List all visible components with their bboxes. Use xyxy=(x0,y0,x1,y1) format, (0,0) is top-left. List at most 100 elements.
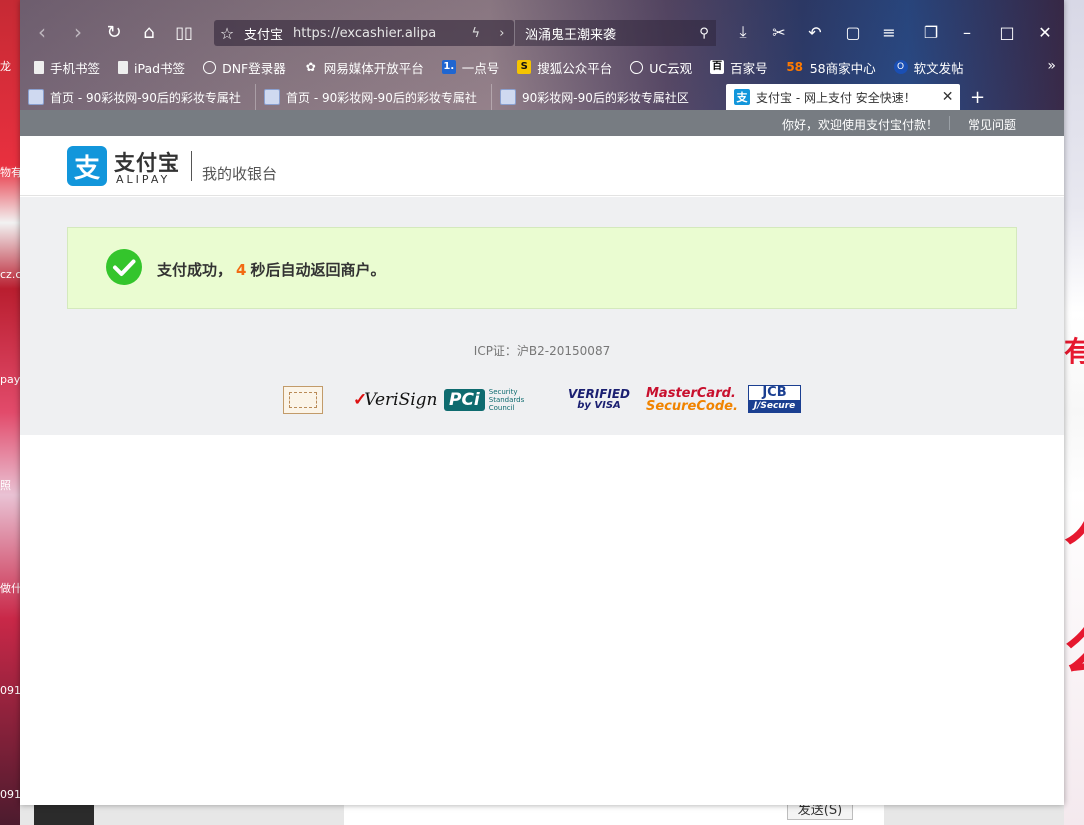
favicon-icon xyxy=(264,89,280,105)
url-text[interactable]: https://excashier.alipa xyxy=(293,26,436,41)
bookmark-item[interactable]: DNF登录器 xyxy=(203,58,286,77)
logo-subtext: ALIPAY xyxy=(116,173,171,186)
tab-label: 首页 - 90彩妆网-90后的彩妆专属社 xyxy=(50,90,241,105)
ruanwen-icon: O xyxy=(893,60,908,74)
tab[interactable]: 首页 - 90彩妆网-90后的彩妆专属社 xyxy=(256,84,492,110)
58-icon: 58 xyxy=(786,60,804,74)
verified-by-visa-logo[interactable]: VERIFIED by VISA xyxy=(568,384,630,416)
taskbar-dark-block xyxy=(34,805,94,825)
maximize-icon[interactable]: □ xyxy=(992,18,1022,46)
site-topbar: 你好，欢迎使用支付宝付款！ 常见问题 xyxy=(20,110,1064,136)
countdown-seconds: 4 xyxy=(236,261,247,279)
bookmark-item[interactable]: 1. 一点号 xyxy=(441,58,500,77)
back-icon[interactable]: ‹ xyxy=(30,20,54,44)
sohu-icon: S xyxy=(517,60,532,74)
bookmark-label: iPad书签 xyxy=(134,60,186,76)
success-suffix: 秒后自动返回商户。 xyxy=(250,261,386,279)
tab-active[interactable]: 支 支付宝 - 网上支付 安全快速！ ✕ xyxy=(726,84,960,110)
favicon-icon xyxy=(28,89,44,105)
bookmark-label: 58商家中心 xyxy=(809,60,876,76)
check-icon xyxy=(106,249,142,285)
globe-icon xyxy=(203,60,217,74)
yidian-icon: 1. xyxy=(441,60,456,74)
baijia-icon: 百 xyxy=(710,60,725,74)
close-icon[interactable]: ✕ xyxy=(1030,18,1060,46)
tab-close-icon[interactable]: ✕ xyxy=(942,89,954,105)
home-icon[interactable]: ⌂ xyxy=(137,20,161,44)
search-input[interactable]: 汹涌鬼王潮来袭 xyxy=(525,24,692,43)
search-box[interactable]: 汹涌鬼王潮来袭 ⚲ xyxy=(514,20,716,46)
bookmarks-bar: 手机书签 iPad书签 DNF登录器 ✿ 网易媒体开放平台 1. 一点号 S 搜… xyxy=(20,54,1064,80)
bookmark-item[interactable]: UC云观 xyxy=(630,58,692,77)
clipboard-icon[interactable]: ▢ xyxy=(840,20,866,44)
site-header: 支 支付宝 ALIPAY 我的收银台 xyxy=(20,136,1064,196)
mastercard-securecode-logo[interactable]: MasterCard. SecureCode. xyxy=(646,384,738,416)
divider xyxy=(949,116,950,130)
desktop-left-strip: 龙 物有 cz.c pay 照 做什 091 091 xyxy=(0,0,20,825)
bookmark-item[interactable]: S 搜狐公众平台 xyxy=(517,58,612,77)
new-tab-icon[interactable]: + xyxy=(970,84,985,110)
verisign-logo[interactable]: ✓ VeriSign xyxy=(353,384,438,416)
security-certifications: ✓ VeriSign PCi Security Standards Council… xyxy=(20,384,1064,416)
browser-chrome: ‹ › ↻ ⌂ ▯▯ ☆ 支付宝 https://excashier.alipa… xyxy=(20,0,1064,110)
minimize-icon[interactable]: – xyxy=(952,18,982,46)
bookmark-item[interactable]: 手机书签 xyxy=(34,58,100,77)
bookmark-label: DNF登录器 xyxy=(222,60,286,76)
bookmark-item[interactable]: O 软文发帖 xyxy=(893,58,964,77)
bookmark-label: UC云观 xyxy=(649,60,693,76)
pci-badge: PCi xyxy=(444,389,485,411)
tab-strip: 首页 - 90彩妆网-90后的彩妆专属社 首页 - 90彩妆网-90后的彩妆专属… xyxy=(20,82,1064,110)
forward-icon[interactable]: › xyxy=(66,20,90,44)
tab-label: 支付宝 - 网上支付 安全快速！ xyxy=(756,90,916,105)
desktop-label: 有 xyxy=(1064,335,1084,368)
verisign-text: VeriSign xyxy=(364,390,438,410)
jcb-secure-logo[interactable]: JCB J/Secure xyxy=(748,385,801,413)
scissors-icon[interactable]: ✂ xyxy=(766,20,792,44)
pci-logo[interactable]: PCi Security Standards Council xyxy=(444,384,545,416)
desktop-label: 龙 xyxy=(0,60,11,73)
undo-icon[interactable]: ↶ xyxy=(802,20,828,44)
alipay-logo-icon[interactable]: 支 xyxy=(67,146,107,186)
chevron-double-right-icon[interactable]: » xyxy=(1047,58,1056,74)
pci-subtext: Security Standards Council xyxy=(488,388,525,412)
visa-line1: VERIFIED xyxy=(568,387,631,401)
jcb-line1: JCB xyxy=(762,385,787,400)
desktop-label: 人 xyxy=(1064,470,1084,557)
desktop-label: 091 xyxy=(0,684,20,697)
search-icon[interactable]: ⚲ xyxy=(692,26,716,41)
doc-icon xyxy=(118,60,129,74)
desktop-label: 091 xyxy=(0,788,20,801)
alipay-favicon-icon: 支 xyxy=(734,89,750,105)
certificate-seal-icon[interactable] xyxy=(283,386,323,414)
desktop-label: cz.c xyxy=(0,268,20,281)
mc-line2: SecureCode. xyxy=(646,399,738,414)
menu-icon[interactable]: ≡ xyxy=(876,20,902,44)
chevron-right-icon[interactable]: › xyxy=(499,26,504,41)
bookmark-label: 手机书签 xyxy=(50,60,101,76)
tab-label: 首页 - 90彩妆网-90后的彩妆专属社 xyxy=(286,90,477,105)
tab[interactable]: 90彩妆网-90后的彩妆专属社区 xyxy=(492,84,726,110)
reader-icon[interactable]: ▯▯ xyxy=(172,20,196,44)
desktop-right-strip: 有 人 么 xyxy=(1064,0,1084,825)
main-content: 支付成功， 4 秒后自动返回商户。 ICP证：沪B2-20150087 ✓ VeriS… xyxy=(20,197,1064,435)
skin-icon[interactable]: ❐ xyxy=(918,20,944,44)
lightning-icon[interactable]: ϟ xyxy=(472,26,481,41)
bookmark-item[interactable]: 58 58商家中心 xyxy=(786,58,876,77)
success-message: 支付成功， 4 秒后自动返回商户。 xyxy=(157,259,385,280)
bookmark-item[interactable]: ✿ 网易媒体开放平台 xyxy=(304,58,424,77)
visa-line2: by VISA xyxy=(577,400,621,411)
faq-link[interactable]: 常见问题 xyxy=(968,116,1016,133)
netease-icon: ✿ xyxy=(305,60,316,74)
bookmark-item[interactable]: iPad书签 xyxy=(118,58,185,77)
tab[interactable]: 首页 - 90彩妆网-90后的彩妆专属社 xyxy=(20,84,256,110)
page-title: 我的收银台 xyxy=(202,165,278,183)
bookmark-label: 一点号 xyxy=(461,60,500,76)
address-actions: ϟ › xyxy=(462,20,514,46)
refresh-icon[interactable]: ↻ xyxy=(102,20,126,44)
bookmark-item[interactable]: 百 百家号 xyxy=(710,58,768,77)
welcome-text: 你好，欢迎使用支付宝付款！ xyxy=(782,118,939,132)
download-icon[interactable]: ⤓ xyxy=(730,20,756,44)
success-prefix: 支付成功， xyxy=(157,261,233,279)
star-icon[interactable]: ☆ xyxy=(214,24,240,43)
desktop-label: 做什 xyxy=(0,582,20,595)
